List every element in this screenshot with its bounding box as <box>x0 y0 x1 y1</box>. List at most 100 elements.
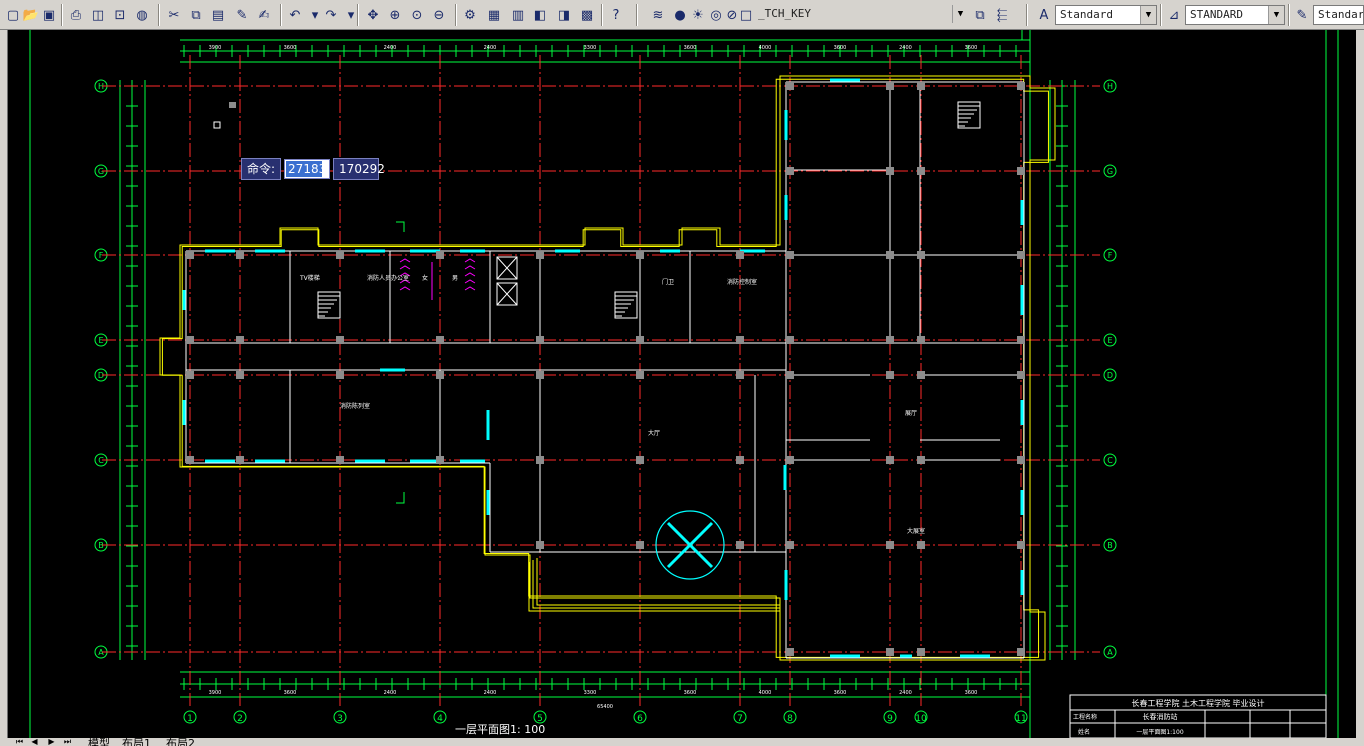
new-icon[interactable]: ▢ <box>3 5 23 25</box>
axis-label: D <box>1107 371 1113 380</box>
undo-icon[interactable]: ↶ <box>285 5 305 25</box>
zoom-previous-icon[interactable]: ⊖ <box>429 5 449 25</box>
column <box>186 456 194 464</box>
window <box>486 490 490 515</box>
zoom-window-icon[interactable]: ⊙ <box>407 5 427 25</box>
globe-icon[interactable]: ◍ <box>132 5 152 25</box>
room-label: 门卫 <box>662 278 674 286</box>
standard-toolbar: ▢ 📂 ▣ ⎙ ◫ ⊡ ◍ ✂ ⧉ ▤ ✎ ✍ ↶ ▾ ↷ ▾ ✥ ⊕ ⊙ ⊖ … <box>0 0 1364 30</box>
layer-manager-icon[interactable]: ≋ <box>648 5 668 25</box>
axis-label: E <box>1107 336 1112 345</box>
column <box>536 371 544 379</box>
column <box>786 371 794 379</box>
prev-tab-icon[interactable]: ◀ <box>29 738 40 746</box>
tab-layout2[interactable]: 布局2 <box>166 738 195 746</box>
markup-icon[interactable]: ◨ <box>554 5 574 25</box>
dimension-text: 3600 <box>834 690 847 696</box>
right-scroll-edge <box>1356 30 1364 738</box>
column <box>886 541 894 549</box>
toilet-fixture <box>464 272 476 277</box>
save-icon[interactable]: ▣ <box>39 5 59 25</box>
chevron-down-icon[interactable]: ▼ <box>1140 6 1156 24</box>
first-tab-icon[interactable]: ⏮ <box>14 738 25 746</box>
column <box>536 251 544 259</box>
axis-label: 7 <box>737 714 743 724</box>
room-label: 消防人员办公室 <box>367 274 409 282</box>
column <box>636 541 644 549</box>
column <box>886 336 894 344</box>
column <box>1017 541 1025 549</box>
title-block-project-name: 长春消防站 <box>1143 712 1178 721</box>
tab-layout1[interactable]: 布局1 <box>122 738 151 746</box>
room-label: 女 <box>422 274 428 282</box>
drawing-canvas[interactable]: 1 2 3 4 5 6 7 8 9 10 11 H H G G F F E E D D C C B B A A TV楼梯 消防人员办公… <box>8 30 1356 738</box>
table-style-select[interactable]: Standard <box>1313 5 1364 25</box>
tool-palette-icon[interactable]: ▥ <box>508 5 528 25</box>
text-style-select[interactable]: Standard ▼ <box>1055 5 1157 25</box>
window <box>1020 200 1024 225</box>
column <box>636 251 644 259</box>
make-current-layer-icon[interactable]: ⧉ <box>970 5 990 25</box>
column <box>917 541 925 549</box>
paste-icon[interactable]: ▤ <box>208 5 228 25</box>
copy-icon[interactable]: ⧉ <box>186 5 206 25</box>
axis-label: 3 <box>337 714 343 724</box>
dynamic-input-box[interactable]: 命令: 27183 170292 <box>241 158 385 180</box>
help-icon[interactable]: ? <box>606 5 626 25</box>
brush-icon[interactable]: ✍ <box>254 5 274 25</box>
layer-freeze-icon[interactable]: ☀ <box>688 5 708 25</box>
print-icon[interactable]: ⎙ <box>66 5 86 25</box>
toilet-fixture <box>464 286 476 291</box>
dimension-text: 3300 <box>584 690 597 696</box>
layer-color-icon[interactable]: □ <box>736 5 756 25</box>
match-properties-icon[interactable]: ✎ <box>232 5 252 25</box>
calculator-icon[interactable]: ▩ <box>577 5 597 25</box>
tab-model[interactable]: 模型 <box>88 738 110 746</box>
axis-label: 9 <box>887 714 893 724</box>
dimension-text: 2400 <box>899 690 912 696</box>
column <box>186 251 194 259</box>
column <box>536 541 544 549</box>
column <box>436 456 444 464</box>
x-coordinate-value: 27183 <box>286 161 327 177</box>
x-coordinate-input[interactable]: 27183 <box>284 159 331 179</box>
print-preview-icon[interactable]: ◫ <box>88 5 108 25</box>
chevron-down-icon[interactable]: ▼ <box>1268 6 1284 24</box>
room-label: 消防控制室 <box>727 278 757 286</box>
column <box>1017 648 1025 656</box>
pan-icon[interactable]: ✥ <box>363 5 383 25</box>
y-coordinate-input[interactable]: 170292 <box>333 158 385 180</box>
text-style-icon[interactable]: A <box>1034 5 1054 25</box>
layer-previous-icon[interactable]: ⬱ <box>992 5 1012 25</box>
column <box>536 456 544 464</box>
axis-label: B <box>1107 541 1113 550</box>
column <box>436 371 444 379</box>
publish-icon[interactable]: ⊡ <box>110 5 130 25</box>
table-style-icon[interactable]: ✎ <box>1292 5 1312 25</box>
column <box>336 456 344 464</box>
title-block-header: 长春工程学院 土木工程学院 毕业设计 <box>1131 698 1264 708</box>
properties-icon[interactable]: ⚙ <box>460 5 480 25</box>
last-tab-icon[interactable]: ⏭ <box>62 738 73 746</box>
sheet-set-icon[interactable]: ◧ <box>530 5 550 25</box>
column <box>917 336 925 344</box>
chevron-down-icon[interactable]: ▼ <box>952 5 968 23</box>
window <box>830 654 860 658</box>
design-center-icon[interactable]: ▦ <box>484 5 504 25</box>
next-tab-icon[interactable]: ▶ <box>46 738 57 746</box>
window <box>1020 490 1024 515</box>
dim-style-select[interactable]: STANDARD ▼ <box>1185 5 1285 25</box>
text-style-value: Standard <box>1060 8 1113 21</box>
layer-on-icon[interactable]: ● <box>670 5 690 25</box>
layer-select[interactable]: _TCH_KEY ▼ <box>754 5 968 25</box>
dim-style-value: STANDARD <box>1190 8 1243 21</box>
window <box>205 459 235 463</box>
cut-icon[interactable]: ✂ <box>164 5 184 25</box>
toilet-fixture <box>464 258 476 263</box>
zoom-realtime-icon[interactable]: ⊕ <box>385 5 405 25</box>
total-dimension: 65400 <box>597 704 613 710</box>
open-icon[interactable]: 📂 <box>21 5 41 25</box>
column <box>1017 82 1025 90</box>
redo-icon[interactable]: ↷ <box>321 5 341 25</box>
dim-style-icon[interactable]: ⊿ <box>1164 5 1184 25</box>
